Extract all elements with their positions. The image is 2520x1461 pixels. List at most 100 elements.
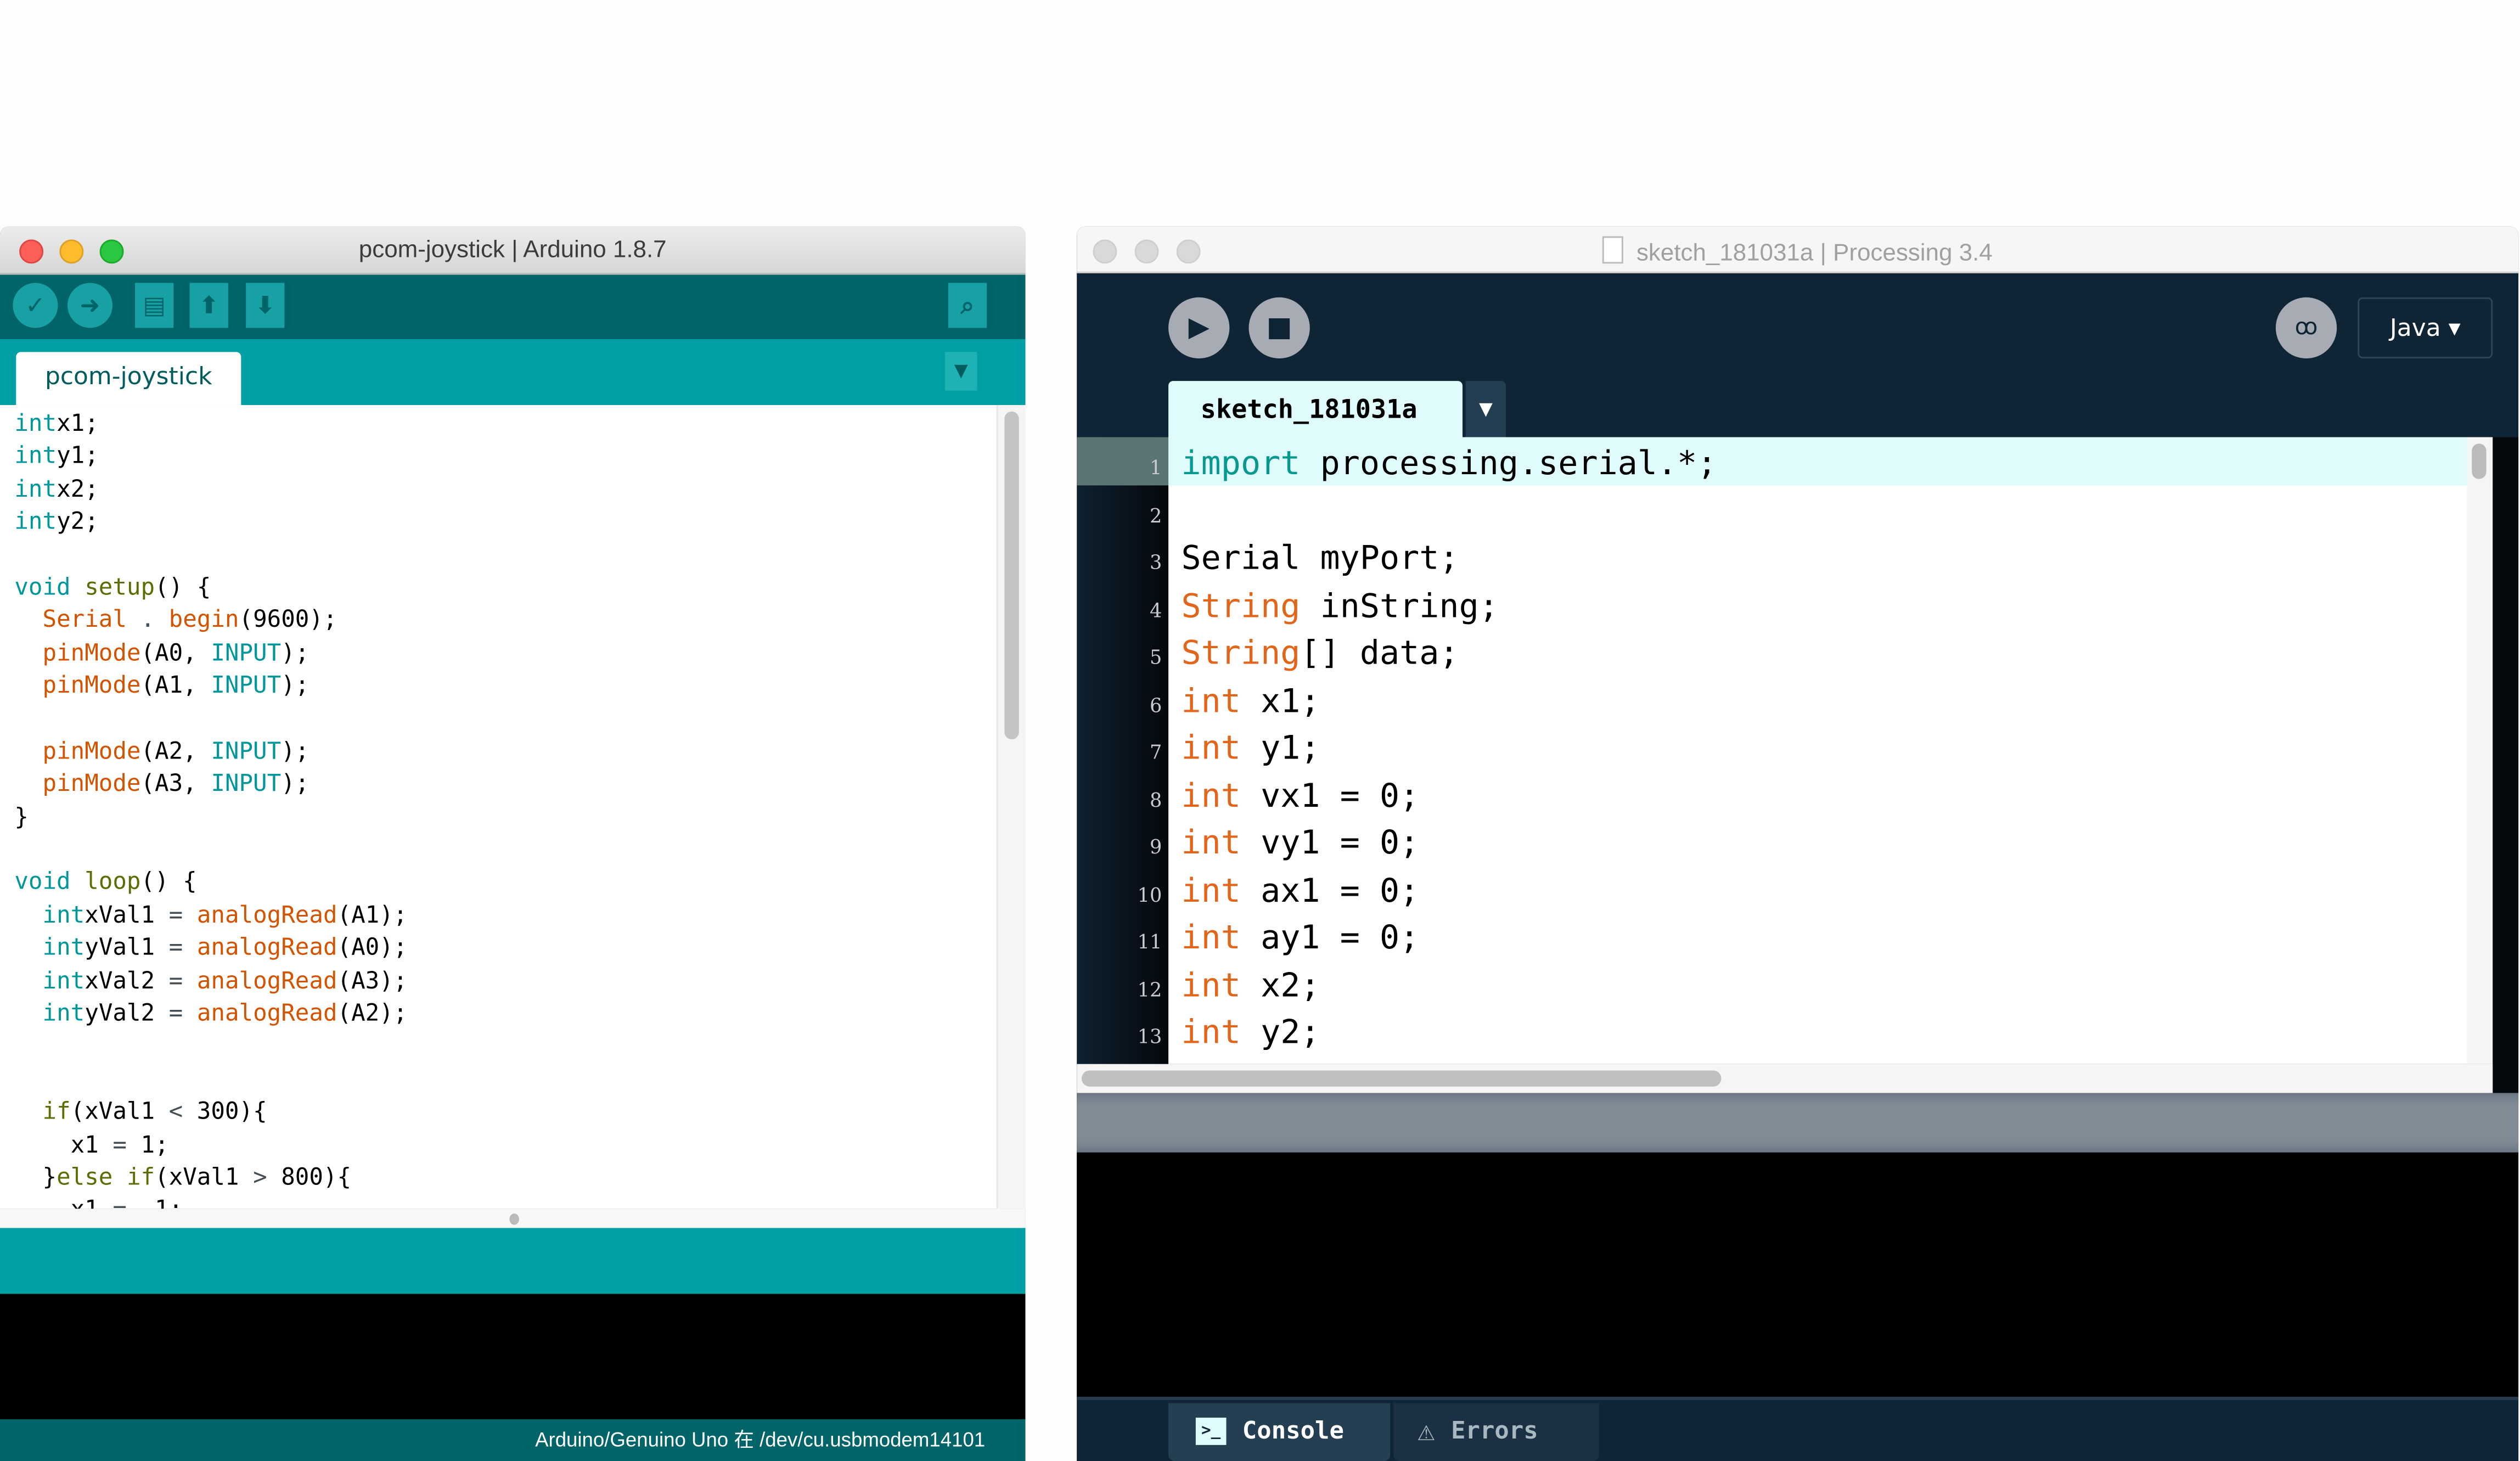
split-divider[interactable] [0,1209,1026,1228]
code-line[interactable]: x1 = 1; [14,1130,1025,1162]
code-token: int [1181,1013,1241,1052]
tab-sketch[interactable]: sketch_181031a [1168,381,1463,439]
code-line[interactable] [14,1064,1025,1097]
code-line[interactable]: pinMode(A3, INPUT); [14,769,1025,802]
code-token: yVal1 [85,936,169,962]
code-token: vy1 = 0; [1240,823,1420,862]
save-button[interactable]: ⬇ [246,283,285,328]
code-token: (xVal1 [155,1165,254,1192]
new-file-icon: ▤ [143,291,166,320]
processing-window: sketch_181031a | Processing 3.4 ▶ ■ ꝏ Ja… [1077,226,2519,1461]
code-line[interactable] [14,1031,1025,1064]
tab-menu-button[interactable]: ▼ [945,352,977,391]
code-line[interactable]: pinMode(A2, INPUT); [14,736,1025,769]
tab-pcom-joystick[interactable]: pcom-joystick [16,352,241,406]
warning-icon: ⚠ [1418,1413,1435,1448]
code-line[interactable] [14,703,1025,736]
code-line[interactable]: 2 [1077,485,2493,532]
code-line[interactable]: inty2; [14,507,1025,540]
code-line[interactable]: }else if(xVal1 > 800){ [14,1162,1025,1195]
code-line[interactable]: 4 String inString; [1077,580,2493,627]
code-line[interactable]: 13 int y2; [1077,1006,2493,1053]
arrow-down-icon: ⬇ [255,291,275,320]
code-line[interactable]: 6 int x1; [1077,675,2493,722]
arduino-toolbar: ✓ ➜ ▤ ⬆ ⬇ ⌕ [0,274,1026,339]
code-line[interactable]: intyVal1 = analogRead(A0); [14,932,1025,965]
code-text: String inString; [1182,586,1499,624]
code-line[interactable]: void setup() { [14,572,1025,605]
code-line[interactable]: intxVal1 = analogRead(A1); [14,900,1025,933]
code-line[interactable]: } [14,801,1025,834]
stop-button[interactable]: ■ [1248,297,1310,359]
tab-errors[interactable]: ⚠ Errors [1393,1403,1599,1461]
code-token: Serial [42,608,127,634]
line-number: 11 [1137,930,1162,953]
arduino-code-editor[interactable]: intx1; inty1; intx2; inty2; void setup() { S… [0,405,1026,1224]
code-token: ); [281,640,310,667]
code-token: setup [85,575,155,602]
code-line[interactable]: intx1; [14,408,1025,441]
new-button[interactable]: ▤ [135,283,174,328]
code-token: void [14,870,71,896]
tab-menu-button[interactable]: ▼ [1465,381,1506,439]
code-line[interactable]: 5 String[] data; [1077,627,2493,674]
code-token: y2; [57,509,99,536]
code-line[interactable]: 1 import processing.serial.*; [1077,437,2493,485]
divider-handle[interactable] [509,1213,519,1225]
code-token: int [1181,918,1241,957]
code-text[interactable]: intx1; inty1; intx2; inty2; void setup() { S… [0,405,1025,1228]
code-line[interactable]: void loop() { [14,867,1025,900]
code-text: int x2; [1182,965,1320,1004]
code-line[interactable]: intyVal2 = analogRead(A2); [14,998,1025,1031]
code-token: (A0, [140,640,211,667]
mode-selector[interactable]: Java ▾ [2358,297,2493,359]
code-line[interactable]: 8 int vx1 = 0; [1077,769,2493,816]
verify-button[interactable]: ✓ [13,283,58,328]
arduino-titlebar[interactable]: pcom-joystick | Arduino 1.8.7 [0,226,1026,275]
code-token: if [126,1165,155,1192]
serial-monitor-button[interactable]: ⌕ [948,283,987,328]
code-token: inString; [1300,586,1499,625]
code-line[interactable]: 12 int x2; [1077,959,2493,1006]
vertical-scrollbar-thumb[interactable] [1004,411,1019,740]
code-text: int ax1 = 0; [1182,870,1420,909]
code-line[interactable] [14,540,1025,572]
code-token: = [168,968,183,994]
code-line[interactable]: pinMode(A1, INPUT); [14,671,1025,704]
code-line[interactable]: pinMode(A0, INPUT); [14,638,1025,671]
code-token: y1; [1240,728,1320,767]
code-token: analogRead [196,1001,338,1027]
debugger-button[interactable]: ꝏ [2275,297,2337,359]
processing-code-editor[interactable]: 1 import processing.serial.*; 2 3 Serial myP… [1077,437,2493,1064]
code-line[interactable]: intx2; [14,474,1025,507]
code-text: int vy1 = 0; [1182,823,1420,861]
run-button[interactable]: ▶ [1168,297,1230,359]
code-line[interactable]: 10 int ax1 = 0; [1077,864,2493,911]
tab-console[interactable]: >_ Console [1168,1403,1391,1461]
code-token: (A3, [140,772,211,798]
code-token: (A2); [337,1001,408,1027]
code-line[interactable]: 3 Serial myPort; [1077,532,2493,579]
horizontal-scrollbar[interactable] [1077,1064,2493,1093]
upload-button[interactable]: ➜ [68,283,113,328]
horizontal-scrollbar-thumb[interactable] [1081,1070,1722,1087]
processing-titlebar[interactable]: sketch_181031a | Processing 3.4 [1077,226,2519,273]
code-line[interactable]: intxVal2 = analogRead(A3); [14,965,1025,998]
code-line[interactable]: if(xVal1 < 300){ [14,1097,1025,1130]
code-token: (A3); [337,968,408,994]
code-token: int [1181,823,1241,862]
console-output [1077,1152,2519,1397]
open-button[interactable]: ⬆ [189,283,228,328]
code-line[interactable]: inty1; [14,441,1025,474]
code-line[interactable]: 11 int ay1 = 0; [1077,912,2493,959]
code-line[interactable] [14,834,1025,867]
code-line[interactable]: 7 int y1; [1077,722,2493,769]
vertical-scrollbar-track[interactable] [996,405,1026,1209]
arrow-up-icon: ⬆ [199,291,220,320]
code-line[interactable]: Serial . begin(9600); [14,605,1025,638]
code-line[interactable]: 9 int vy1 = 0; [1077,817,2493,864]
